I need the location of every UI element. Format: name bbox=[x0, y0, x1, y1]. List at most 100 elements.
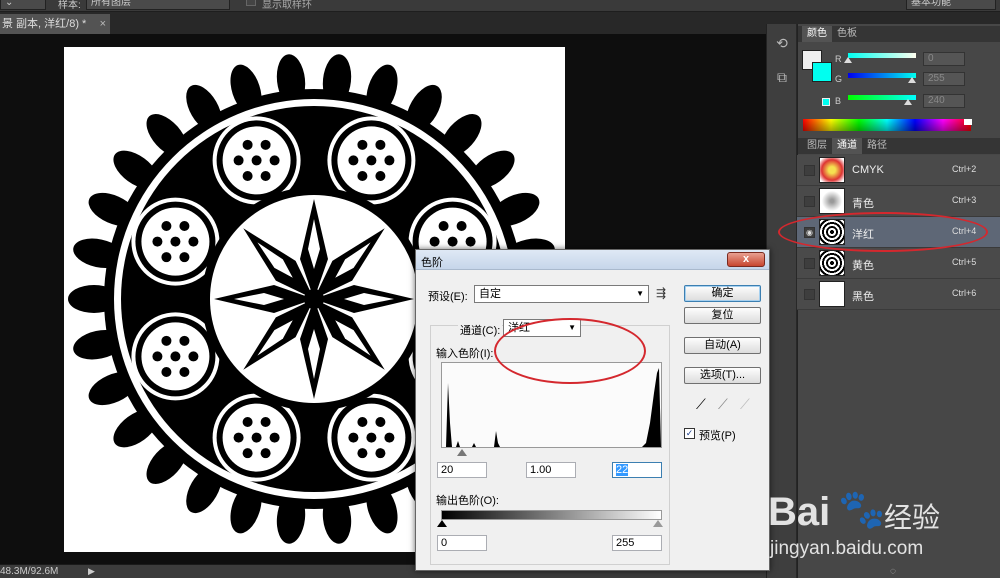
baidu-watermark: Bai 🐾 经验 jingyan.baidu.com bbox=[768, 468, 1000, 568]
mandala-dot bbox=[170, 351, 181, 362]
channel-row[interactable]: 黑色 Ctrl+6 bbox=[797, 279, 1000, 310]
mandala-dot bbox=[260, 171, 271, 182]
mandala-dot bbox=[188, 236, 199, 247]
output-white-thumb[interactable] bbox=[653, 520, 663, 527]
mandala-dot bbox=[357, 171, 368, 182]
mandala-dot bbox=[251, 155, 262, 166]
mandala-dot bbox=[152, 236, 163, 247]
input-levels-label: 输入色阶(I): bbox=[436, 348, 494, 360]
color-indicator-icon bbox=[822, 98, 830, 106]
channel-row[interactable]: CMYK Ctrl+2 bbox=[797, 155, 1000, 186]
options-button[interactable]: 选项(T)... bbox=[684, 367, 761, 384]
b-slider[interactable] bbox=[848, 95, 916, 105]
mandala-dot bbox=[366, 155, 377, 166]
input-gamma-field[interactable]: 1.00 bbox=[526, 462, 576, 478]
tab-paths[interactable]: 路径 bbox=[862, 138, 892, 154]
sample-dropdown[interactable]: 所有图层 bbox=[86, 0, 230, 10]
white-eyedropper-icon[interactable]: ⟋ bbox=[740, 396, 750, 413]
input-slider-track[interactable] bbox=[441, 449, 662, 456]
mandala-dot bbox=[366, 432, 377, 443]
dialog-close-button[interactable]: x bbox=[727, 252, 765, 267]
workspace-value: 基本功能 bbox=[911, 0, 951, 8]
dialog-titlebar[interactable]: 色阶 x bbox=[416, 250, 769, 270]
output-black-field[interactable]: 0 bbox=[437, 535, 487, 551]
mandala-dot bbox=[357, 416, 368, 427]
load-selection-icon[interactable]: ◌ bbox=[890, 566, 896, 577]
output-white-field[interactable]: 255 bbox=[612, 535, 662, 551]
r-slider-thumb[interactable] bbox=[844, 57, 852, 63]
preview-label: 预览(P) bbox=[699, 430, 736, 442]
annotation-ellipse-dropdown bbox=[494, 318, 646, 384]
tool-preset-dropdown[interactable]: ⌄ bbox=[0, 0, 46, 10]
channel-thumbnail bbox=[819, 188, 845, 214]
input-black-thumb[interactable] bbox=[457, 449, 467, 456]
channel-thumbnail bbox=[819, 250, 845, 276]
sample-value: 所有图层 bbox=[91, 0, 131, 8]
preset-menu-icon[interactable]: ⇶ bbox=[656, 286, 666, 300]
mandala-dot bbox=[251, 432, 262, 443]
g-slider[interactable] bbox=[848, 73, 916, 83]
channel-shortcut: Ctrl+3 bbox=[952, 195, 977, 205]
show-ring-checkbox[interactable] bbox=[246, 0, 256, 6]
mandala-dot bbox=[179, 366, 190, 377]
tab-color[interactable]: 颜色 bbox=[802, 26, 832, 42]
channel-thumbnail bbox=[819, 281, 845, 307]
mandala-dot bbox=[447, 236, 458, 247]
reset-button[interactable]: 复位 bbox=[684, 307, 761, 324]
black-eyedropper-icon[interactable]: ⟋ bbox=[696, 396, 706, 413]
mandala-dot bbox=[384, 432, 395, 443]
mandala-dot bbox=[161, 335, 172, 346]
channel-shortcut: Ctrl+5 bbox=[952, 257, 977, 267]
tab-channels[interactable]: 通道 bbox=[832, 138, 862, 154]
gray-eyedropper-icon[interactable]: ⟋ bbox=[718, 396, 728, 413]
g-slider-thumb[interactable] bbox=[908, 77, 916, 83]
ok-button[interactable]: 确定 bbox=[684, 285, 761, 302]
channel-row[interactable]: 黄色 Ctrl+5 bbox=[797, 248, 1000, 279]
visibility-toggle[interactable] bbox=[804, 289, 815, 300]
visibility-toggle[interactable] bbox=[804, 258, 815, 269]
document-tab[interactable]: 景 副本, 洋红/8) * × bbox=[0, 14, 110, 34]
mandala-dot bbox=[375, 416, 386, 427]
visibility-toggle[interactable] bbox=[804, 196, 815, 207]
workspace-dropdown[interactable]: 基本功能 bbox=[906, 0, 996, 10]
actions-icon[interactable]: ⧉ bbox=[773, 68, 791, 86]
watermark-brand-right: 经验 bbox=[884, 501, 941, 534]
history-icon[interactable]: ⟲ bbox=[773, 34, 791, 52]
mandala-dot bbox=[242, 416, 253, 427]
close-tab-icon[interactable]: × bbox=[100, 14, 106, 34]
spectrum-white[interactable] bbox=[964, 119, 972, 125]
channel-name: CMYK bbox=[852, 164, 884, 176]
output-black-thumb[interactable] bbox=[437, 520, 447, 527]
input-black-field[interactable]: 20 bbox=[437, 462, 487, 478]
r-value[interactable]: 0 bbox=[923, 52, 965, 66]
auto-button[interactable]: 自动(A) bbox=[684, 337, 761, 354]
preview-checkbox[interactable]: ✓ bbox=[684, 428, 695, 439]
panel-bottom-icons: ◌ bbox=[890, 566, 896, 577]
channel-thumbnail bbox=[819, 157, 845, 183]
mandala-dot bbox=[384, 155, 395, 166]
mandala-dot bbox=[456, 221, 467, 232]
channel-name: 黄色 bbox=[852, 260, 874, 272]
status-arrow-icon[interactable]: ▶ bbox=[88, 565, 95, 578]
mandala-dot bbox=[269, 155, 280, 166]
preset-select[interactable]: 自定 ▼ bbox=[474, 285, 649, 303]
background-swatch[interactable] bbox=[812, 62, 832, 82]
channel-shortcut: Ctrl+6 bbox=[952, 288, 977, 298]
input-white-field[interactable]: 22 bbox=[612, 462, 662, 478]
b-slider-thumb[interactable] bbox=[904, 99, 913, 105]
mandala-dot bbox=[375, 171, 386, 182]
input-white-value: 22 bbox=[616, 464, 629, 476]
tab-layers[interactable]: 图层 bbox=[802, 138, 832, 154]
mandala-dot bbox=[161, 221, 172, 232]
mandala-dot bbox=[170, 236, 181, 247]
g-value[interactable]: 255 bbox=[923, 72, 965, 86]
mandala-dot bbox=[438, 221, 449, 232]
color-spectrum-bar[interactable] bbox=[803, 119, 971, 131]
output-gradient bbox=[441, 510, 662, 520]
r-slider[interactable] bbox=[844, 53, 916, 63]
tab-swatches[interactable]: 色板 bbox=[832, 26, 862, 42]
mandala-dot bbox=[161, 252, 172, 263]
b-value[interactable]: 240 bbox=[923, 94, 965, 108]
visibility-toggle[interactable] bbox=[804, 165, 815, 176]
doc-size: 48.3M/92.6M bbox=[0, 566, 59, 577]
